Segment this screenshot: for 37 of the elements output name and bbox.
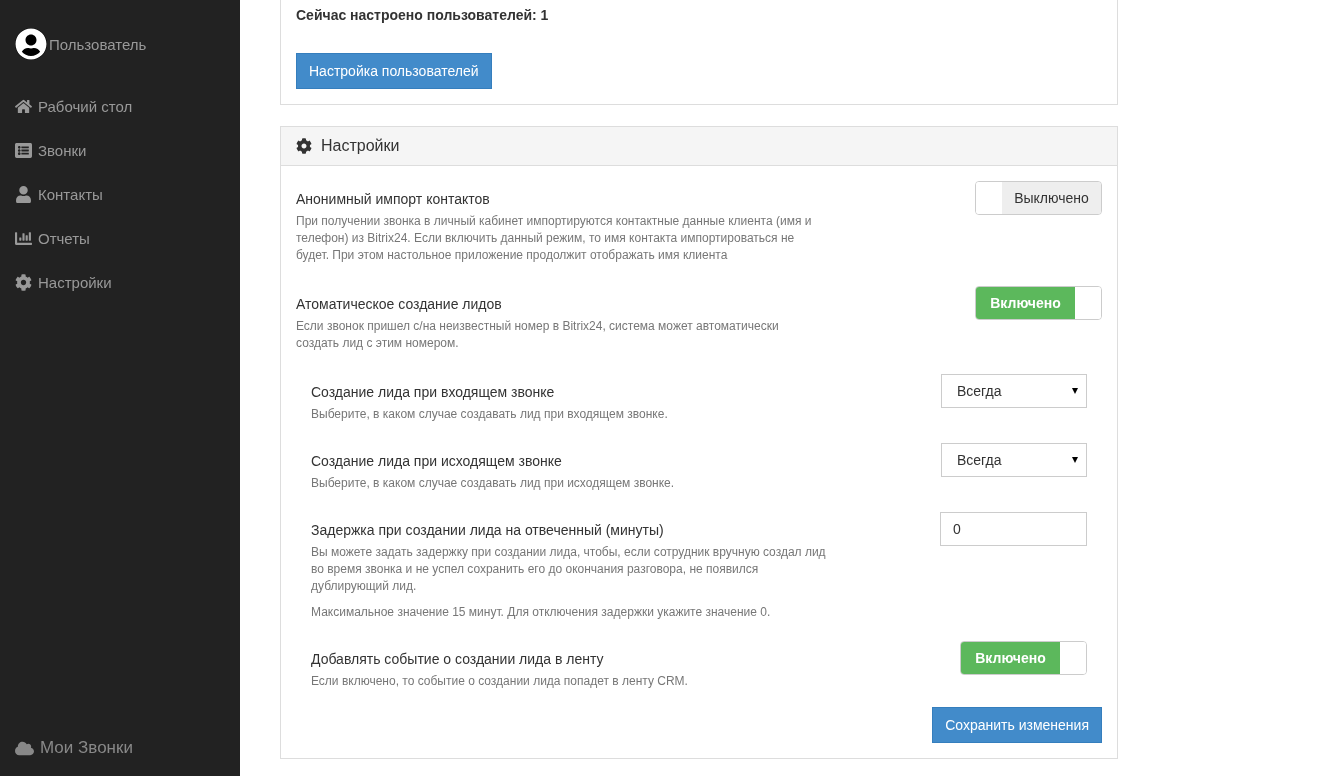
user-name[interactable]: Пользователь bbox=[49, 35, 147, 53]
setting-description: Выберите, в каком случае создавать лид при исходящем звонке. bbox=[311, 475, 675, 492]
nav-item[interactable]: Контакты bbox=[15, 172, 240, 216]
setting-description: Если звонок пришел с/на неизвестный номер в Bitrix24, система может автоматически создать лид с этим номером. bbox=[296, 318, 780, 352]
nav-item[interactable]: Настройки bbox=[15, 260, 240, 304]
brand-link[interactable]: Мои Звонки bbox=[15, 738, 240, 758]
setting-description: Если включено, то событие о создании лида попадет в ленту CRM. bbox=[311, 673, 688, 690]
setting-label: Атоматическое создание лидов bbox=[296, 296, 503, 312]
setting-label: Создание лида при входящем звонке bbox=[311, 384, 556, 400]
users-settings-button[interactable]: Настройка пользователей bbox=[296, 53, 492, 89]
save-button[interactable]: Сохранить изменения bbox=[932, 707, 1102, 743]
dropdown[interactable]: Всегда bbox=[941, 374, 1087, 408]
input-field[interactable]: 0 bbox=[940, 512, 1087, 546]
home-icon bbox=[15, 97, 32, 115]
setting-description: При получении звонка в личный кабинет импортируются контактные данные клиента (имя и телефон) из Bitrix24. Если включить данный режим, то имя контакта импортироваться не будет. При этом настольное приложение продолжит отображать имя клиента bbox=[296, 213, 813, 264]
nav-item[interactable]: Рабочий стол bbox=[15, 84, 240, 128]
setting-label: Создание лида при исходящем звонке bbox=[311, 453, 563, 469]
users-count: Сейчас настроено пользователей: 1 bbox=[296, 7, 549, 23]
caret-icon bbox=[1072, 457, 1078, 463]
dropdown[interactable]: Всегда bbox=[941, 443, 1087, 477]
setting-note: Максимальное значение 15 минут. Для отключения задержки укажите значение 0. bbox=[311, 604, 772, 621]
setting-description: Вы можете задать задержку при создании лида, чтобы, если сотрудник вручную создал лид во время звонка и не успел сохранить его до окончания разговора, не появился дублирующий лид. bbox=[311, 544, 827, 595]
setting-label: Анонимный импорт контактов bbox=[296, 191, 491, 207]
nav-item[interactable]: Отчеты bbox=[15, 216, 240, 260]
list-icon bbox=[15, 141, 32, 159]
setting-label: Задержка при создании лида на отвеченный (минуты) bbox=[311, 522, 665, 538]
panel-title: Настройки bbox=[321, 137, 400, 155]
avatar-icon bbox=[15, 28, 47, 60]
setting-label: Добавлять событие о создании лида в ленту bbox=[311, 651, 605, 667]
user-icon bbox=[15, 185, 32, 203]
setting-description: Выберите, в каком случае создавать лид при входящем звонке. bbox=[311, 406, 668, 423]
caret-icon bbox=[1072, 388, 1078, 394]
toggle-switch[interactable]: Выключено bbox=[975, 181, 1102, 215]
nav-item[interactable]: Звонки bbox=[15, 128, 240, 172]
gear-icon bbox=[296, 138, 312, 154]
bar-chart-icon bbox=[15, 229, 32, 247]
gear-icon bbox=[15, 273, 32, 291]
